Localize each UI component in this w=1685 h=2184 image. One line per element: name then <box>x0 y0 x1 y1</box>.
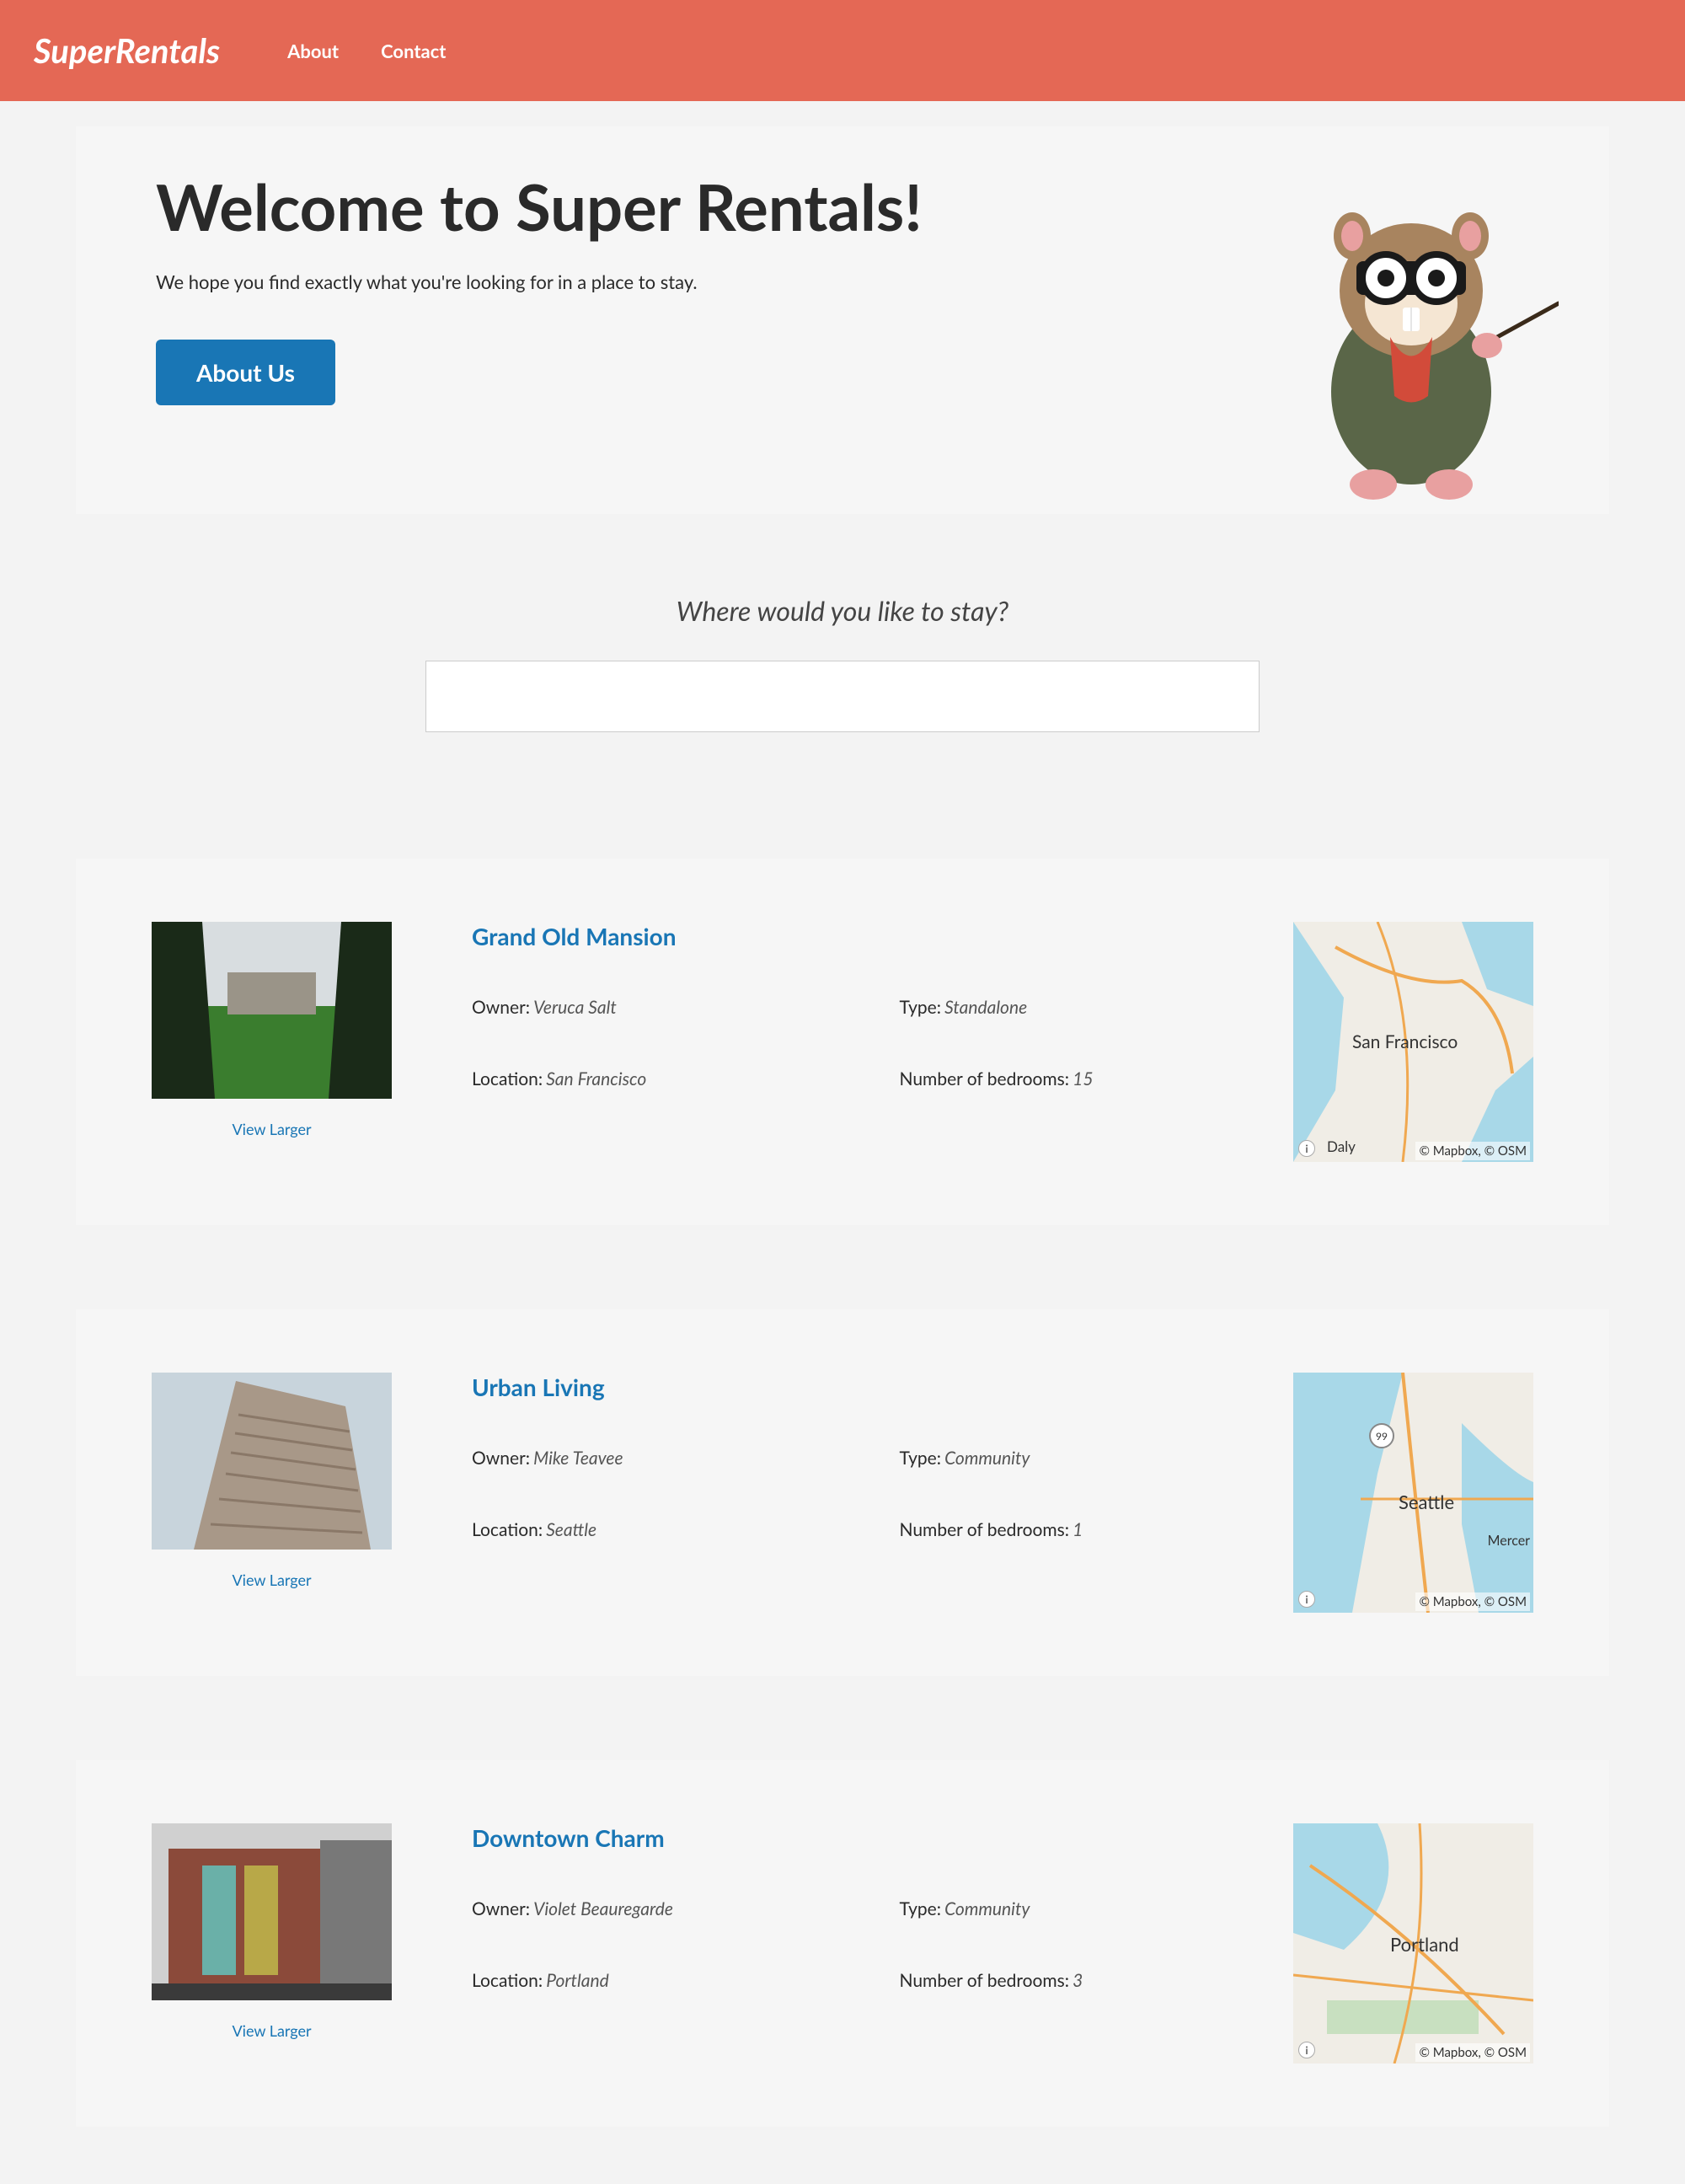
rental-map[interactable]: 99 Seattle Mercer i © Mapbox, © OSM <box>1293 1373 1533 1613</box>
rental-type: Type: Standalone <box>900 997 1294 1018</box>
rental-owner: Owner: Veruca Salt <box>472 997 866 1018</box>
rental-photo <box>152 1373 392 1550</box>
tomster-mascot-image <box>1264 173 1559 501</box>
rental-photo <box>152 1823 392 2000</box>
view-larger-link[interactable]: View Larger <box>152 1120 392 1138</box>
rental-title-link[interactable]: Downtown Charm <box>472 1823 1293 1852</box>
map-info-icon[interactable]: i <box>1298 2042 1315 2058</box>
svg-text:99: 99 <box>1376 1430 1388 1443</box>
search-label: Where would you like to stay? <box>76 594 1609 627</box>
rental-map[interactable]: San Francisco Daly i © Mapbox, © OSM <box>1293 922 1533 1162</box>
rental-details: Downtown Charm Owner: Violet Beauregarde… <box>392 1823 1293 1991</box>
map-attribution: © Mapbox, © OSM <box>1415 1592 1530 1611</box>
rental-map[interactable]: Portland i © Mapbox, © OSM <box>1293 1823 1533 2064</box>
rental-details: Urban Living Owner: Mike Teavee Type: Co… <box>392 1373 1293 1540</box>
map-city-label: Seattle <box>1399 1491 1454 1513</box>
rental-title-link[interactable]: Grand Old Mansion <box>472 922 1293 950</box>
rental-card: View Larger Downtown Charm Owner: Violet… <box>76 1760 1609 2127</box>
rental-image-block: View Larger <box>152 1823 392 2040</box>
rental-card: View Larger Urban Living Owner: Mike Tea… <box>76 1309 1609 1676</box>
rental-card: View Larger Grand Old Mansion Owner: Ver… <box>76 859 1609 1225</box>
map-attribution: © Mapbox, © OSM <box>1415 1142 1530 1160</box>
nav-about[interactable]: About <box>287 40 339 62</box>
jumbo: Welcome to Super Rentals! We hope you fi… <box>76 126 1609 514</box>
rental-type: Type: Community <box>900 1898 1294 1919</box>
map-city-label: Mercer <box>1488 1533 1530 1549</box>
navbar: SuperRentals About Contact <box>0 0 1685 101</box>
rental-bedrooms: Number of bedrooms: 1 <box>900 1519 1294 1540</box>
about-us-button[interactable]: About Us <box>156 340 335 405</box>
search-input[interactable] <box>425 661 1260 732</box>
map-attribution: © Mapbox, © OSM <box>1415 2043 1530 2062</box>
rental-image-block: View Larger <box>152 922 392 1138</box>
logo[interactable]: SuperRentals <box>34 30 220 71</box>
rental-title-link[interactable]: Urban Living <box>472 1373 1293 1401</box>
rental-owner: Owner: Mike Teavee <box>472 1448 866 1469</box>
rental-location: Location: Seattle <box>472 1519 866 1540</box>
rental-image-block: View Larger <box>152 1373 392 1589</box>
rental-photo <box>152 922 392 1099</box>
rental-details: Grand Old Mansion Owner: Veruca Salt Typ… <box>392 922 1293 1089</box>
nav-contact[interactable]: Contact <box>381 40 446 62</box>
rental-type: Type: Community <box>900 1448 1294 1469</box>
map-info-icon[interactable]: i <box>1298 1591 1315 1608</box>
view-larger-link[interactable]: View Larger <box>152 2021 392 2040</box>
view-larger-link[interactable]: View Larger <box>152 1571 392 1589</box>
map-city-label: Portland <box>1390 1933 1459 1956</box>
rental-bedrooms: Number of bedrooms: 15 <box>900 1068 1294 1089</box>
map-info-icon[interactable]: i <box>1298 1140 1315 1157</box>
nav-links: About Contact <box>287 40 446 62</box>
map-city-label: Daly <box>1327 1138 1356 1155</box>
rental-location: Location: Portland <box>472 1970 866 1991</box>
rental-location: Location: San Francisco <box>472 1068 866 1089</box>
rental-bedrooms: Number of bedrooms: 3 <box>900 1970 1294 1991</box>
search-section: Where would you like to stay? <box>76 514 1609 774</box>
rental-owner: Owner: Violet Beauregarde <box>472 1898 866 1919</box>
map-city-label: San Francisco <box>1352 1031 1458 1052</box>
